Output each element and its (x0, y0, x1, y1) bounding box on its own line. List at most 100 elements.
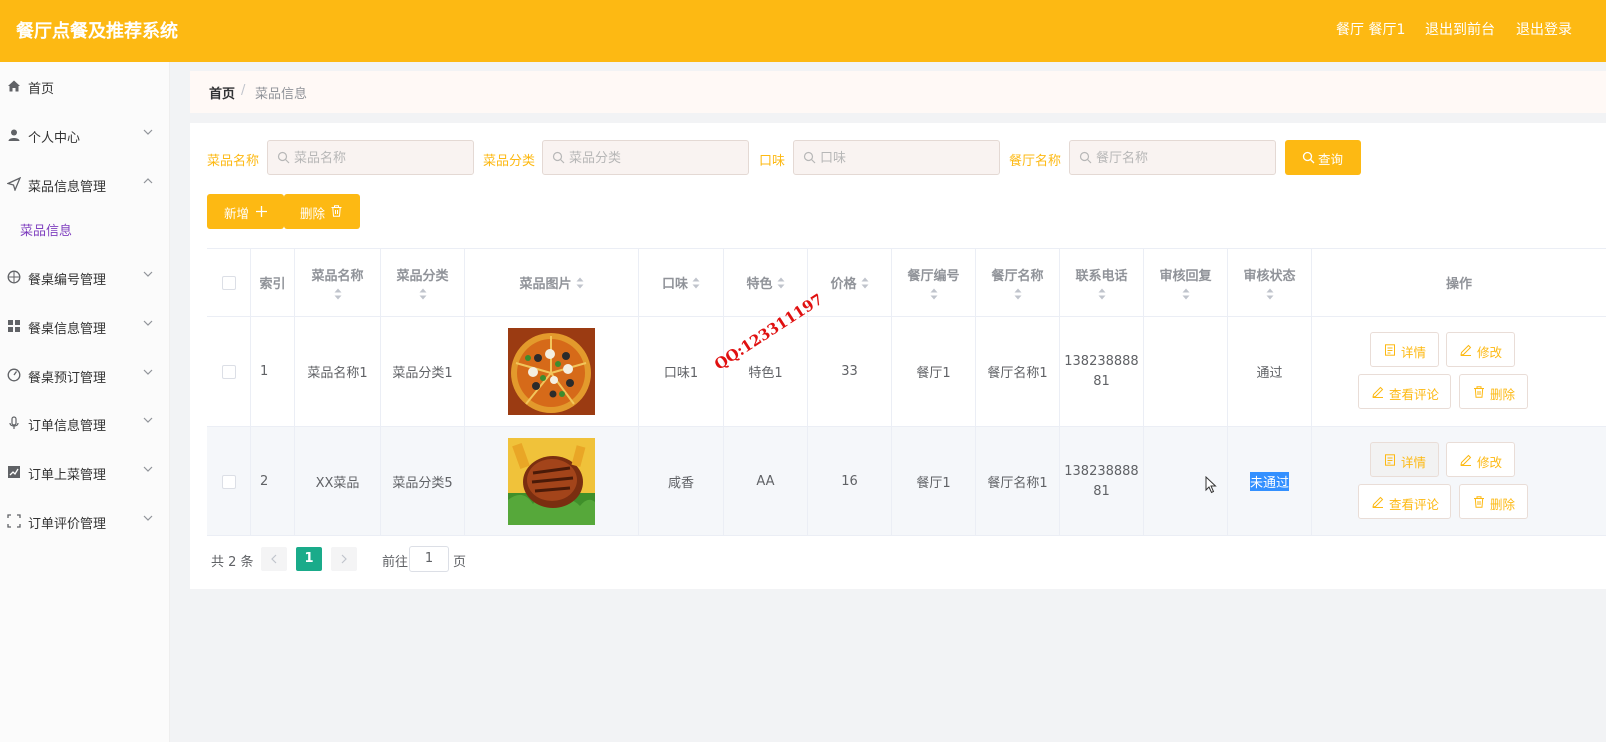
prev-page-button[interactable] (261, 547, 287, 571)
sidebar-item-order-review[interactable]: 订单评价管理 (0, 502, 170, 542)
home-icon (8, 80, 20, 92)
sidebar-item-label: 订单上菜管理 (28, 468, 107, 483)
user-name: 餐厅 餐厅1 (1336, 22, 1406, 38)
header-taste[interactable]: 口味 (639, 249, 724, 316)
cell-text: AA (756, 474, 775, 489)
view-comments-button[interactable]: 查看评论 (1358, 484, 1451, 519)
sidebar-item-personal[interactable]: 个人中心 (0, 116, 170, 156)
header-index: 索引 (251, 249, 295, 316)
sidebar-item-label: 个人中心 (28, 131, 81, 146)
detail-button-label: 详情 (1401, 455, 1427, 470)
row-delete-button[interactable]: 删除 (1459, 484, 1528, 519)
header-label: 操作 (1445, 277, 1472, 292)
breadcrumb-home[interactable]: 首页 (209, 83, 235, 102)
logout-link[interactable]: 退出登录 (1516, 19, 1572, 39)
detail-button[interactable]: 详情 (1370, 332, 1439, 367)
next-page-button[interactable] (331, 547, 357, 571)
search-icon (1079, 151, 1092, 164)
cell-text: 餐厅名称1 (987, 366, 1048, 381)
row-delete-button[interactable]: 删除 (1459, 374, 1528, 409)
search-icon (552, 151, 565, 164)
gauge-icon (7, 368, 21, 382)
dish-table: 索引 菜品名称 菜品分类 菜品图片 口味 特色 价格 餐厅编号 餐厅名称 联系电… (207, 248, 1606, 536)
taste-input[interactable] (820, 148, 990, 168)
query-button[interactable]: 查询 (1285, 140, 1361, 175)
edit-button[interactable]: 修改 (1446, 442, 1515, 477)
cell-dish-name: XX菜品 (295, 427, 381, 536)
cell-text: 餐厅1 (916, 476, 951, 491)
cell-text: 餐厅1 (916, 366, 951, 381)
header-label: 菜品分类 (396, 269, 449, 284)
restaurant-name-field[interactable] (1069, 140, 1276, 175)
header-phone[interactable]: 联系电话 (1060, 249, 1144, 316)
header-dish-image[interactable]: 菜品图片 (465, 249, 639, 316)
header-dish-category[interactable]: 菜品分类 (381, 249, 465, 316)
table-row: 2 XX菜品 菜品分类5 咸香 AA 16 餐厅1 餐厅名称1 13823888… (207, 426, 1606, 536)
edit-icon (1372, 496, 1384, 508)
trash-icon (331, 205, 342, 217)
sidebar-item-dish-management[interactable]: 菜品信息管理 (0, 165, 170, 205)
header-restaurant-name[interactable]: 餐厅名称 (976, 249, 1060, 316)
sidebar-item-table-number[interactable]: 餐桌编号管理 (0, 258, 170, 298)
dish-name-field[interactable] (267, 140, 474, 175)
header-restaurant-no[interactable]: 餐厅编号 (892, 249, 976, 316)
search-icon (803, 151, 816, 164)
breadcrumb: 首页 / 菜品信息 (190, 71, 1606, 113)
header-label: 餐厅名称 (991, 269, 1044, 284)
sidebar-subitem-dish-info[interactable]: 菜品信息 (20, 220, 72, 239)
edit-button-label: 修改 (1477, 345, 1503, 360)
chevron-down-icon (143, 515, 153, 521)
dish-category-input[interactable] (569, 148, 739, 168)
exit-to-front-link[interactable]: 退出到前台 (1425, 19, 1495, 39)
edit-button[interactable]: 修改 (1446, 332, 1515, 367)
sort-icon (1266, 288, 1273, 300)
taste-field[interactable] (793, 140, 1000, 175)
steak-image[interactable] (508, 438, 595, 525)
dish-category-field[interactable] (542, 140, 749, 175)
view-comments-button[interactable]: 查看评论 (1358, 374, 1451, 409)
cell-feature: AA (724, 427, 808, 536)
cell-index: 2 (251, 427, 295, 536)
header-review-status[interactable]: 审核状态 (1228, 249, 1312, 316)
sidebar-item-home[interactable]: 首页 (0, 67, 170, 107)
chevron-up-icon (143, 178, 153, 184)
chevron-down-icon (143, 466, 153, 472)
sidebar-item-label: 菜品信息管理 (28, 180, 107, 195)
chevron-down-icon (143, 129, 153, 135)
cell-dish-image (465, 317, 639, 426)
cell-index: 1 (251, 317, 295, 426)
sidebar-item-order-info[interactable]: 订单信息管理 (0, 404, 170, 444)
delete-button-label: 删除 (300, 206, 326, 221)
sort-icon (1098, 288, 1105, 300)
header-label: 餐厅编号 (907, 269, 960, 284)
breadcrumb-separator: / (241, 83, 246, 98)
row-checkbox[interactable] (221, 474, 236, 489)
breadcrumb-current: 菜品信息 (255, 87, 308, 102)
sidebar-item-table-booking[interactable]: 餐桌预订管理 (0, 356, 170, 396)
sidebar-item-label: 餐桌编号管理 (28, 273, 107, 288)
header-dish-name[interactable]: 菜品名称 (295, 249, 381, 316)
restaurant-name-input[interactable] (1096, 148, 1266, 168)
row-checkbox[interactable] (221, 364, 236, 379)
pizza-image[interactable] (508, 328, 595, 415)
add-button[interactable]: 新增 (207, 194, 284, 229)
top-header: 餐厅点餐及推荐系统 餐厅 餐厅1 退出到前台 退出登录 (0, 0, 1606, 62)
cell-text: 口味1 (663, 366, 699, 381)
dish-name-input[interactable] (294, 148, 464, 168)
header-label: 联系电话 (1075, 269, 1128, 284)
select-all-checkbox[interactable] (221, 275, 236, 290)
sidebar-item-label: 订单信息管理 (28, 419, 107, 434)
cell-taste: 口味1 (639, 317, 724, 426)
table-row: 1 菜品名称1 菜品分类1 口味1 特色1 33 餐厅1 餐厅名称1 13823… (207, 316, 1606, 426)
detail-button-label: 详情 (1401, 345, 1427, 360)
cell-dish-category: 菜品分类1 (381, 317, 465, 426)
cell-dish-image (465, 427, 639, 536)
sidebar-item-order-serving[interactable]: 订单上菜管理 (0, 453, 170, 493)
header-review-reply[interactable]: 审核回复 (1144, 249, 1228, 316)
detail-button[interactable]: 详情 (1370, 442, 1439, 477)
page-1-button[interactable]: 1 (296, 547, 322, 571)
mouse-cursor-icon (1205, 476, 1217, 494)
goto-page-input[interactable]: 1 (409, 546, 449, 572)
sidebar-item-table-info[interactable]: 餐桌信息管理 (0, 307, 170, 347)
delete-button[interactable]: 删除 (284, 194, 360, 229)
